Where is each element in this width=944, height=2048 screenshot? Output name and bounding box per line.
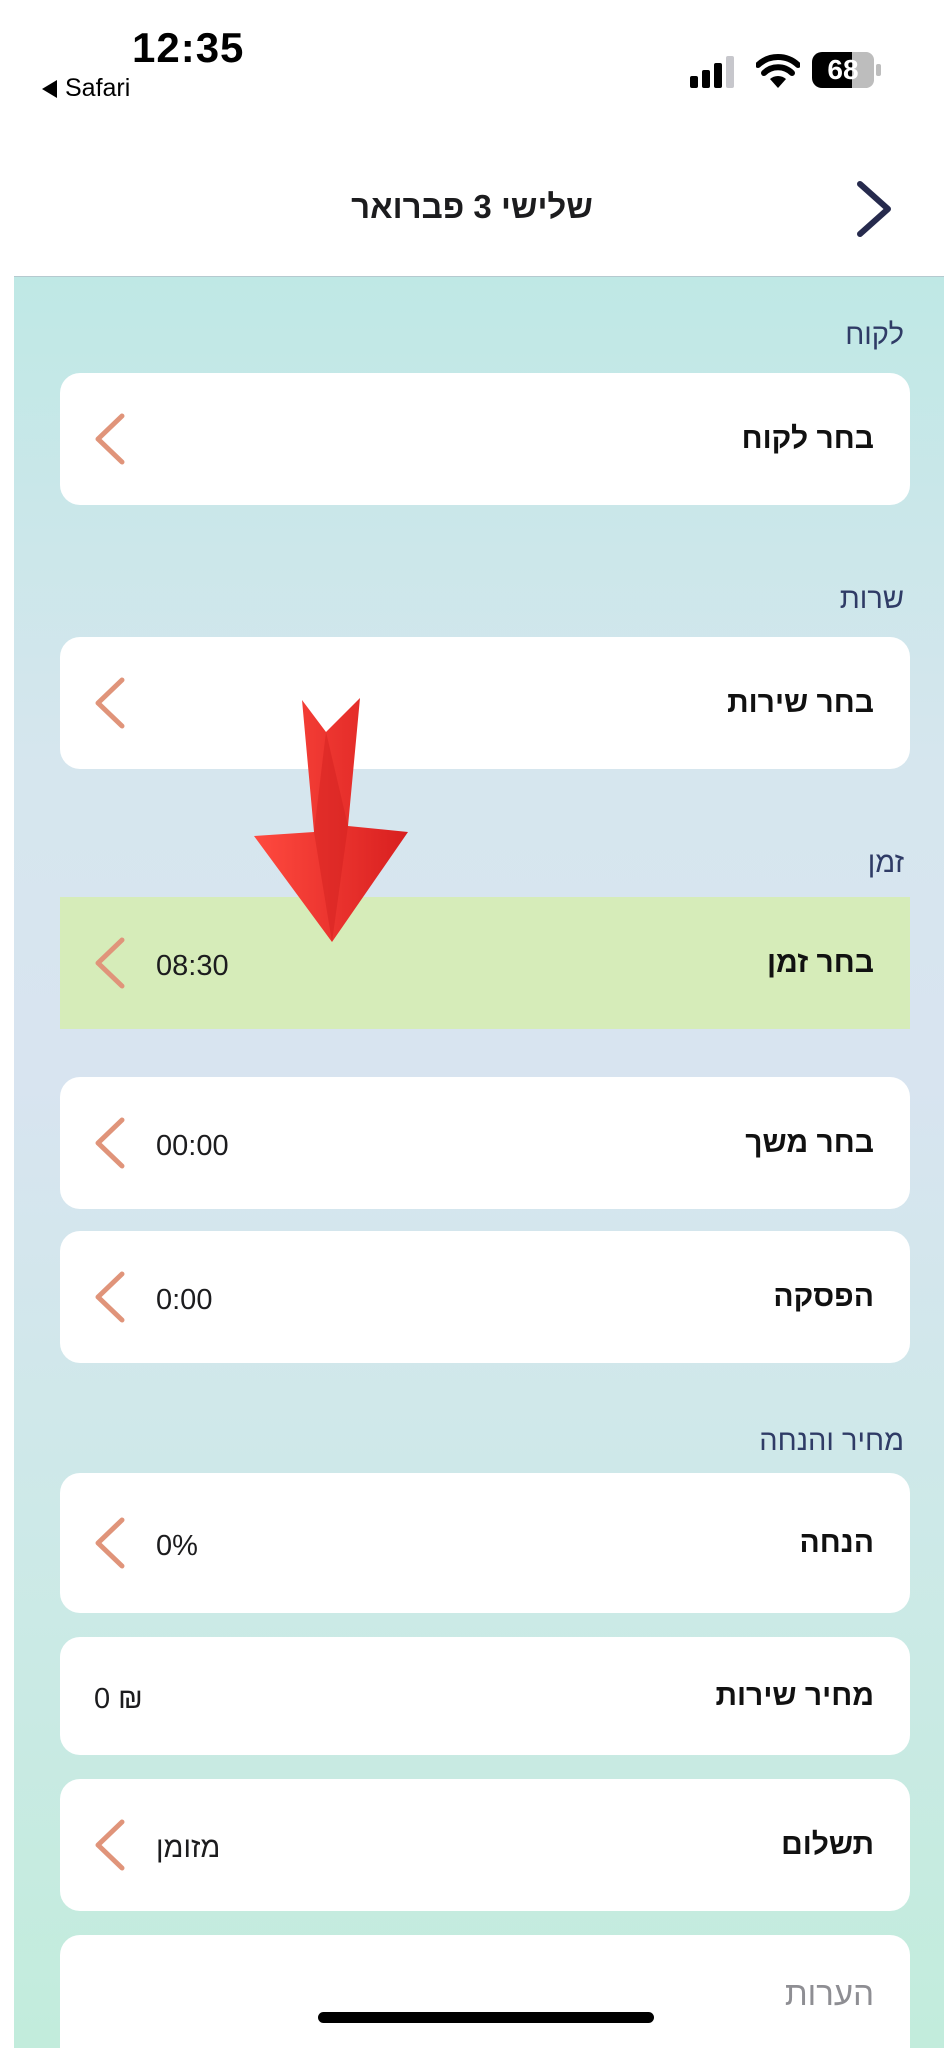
service-price-row: מחיר שירות 0 ₪ — [60, 1637, 910, 1755]
section-label-time: זמן — [867, 847, 904, 879]
section-label-price: מחיר והנחה — [759, 1425, 904, 1457]
row-label: הנחה — [799, 1526, 875, 1559]
row-label: בחר לקוח — [741, 422, 874, 455]
row-label: מחיר שירות — [715, 1679, 874, 1712]
break-row[interactable]: הפסקה 0:00 — [60, 1231, 910, 1363]
select-time-row[interactable]: בחר זמן 08:30 — [60, 897, 910, 1029]
service-price-value: 0 ₪ — [94, 1682, 143, 1715]
select-service-row[interactable]: בחר שירות — [60, 637, 910, 769]
chevron-right-icon[interactable] — [852, 178, 896, 240]
select-customer-row[interactable]: בחר לקוח — [60, 373, 910, 505]
row-label: בחר זמן — [766, 946, 874, 979]
row-label: תשלום — [781, 1828, 874, 1861]
back-triangle-icon — [42, 79, 57, 98]
back-app-label: Safari — [65, 74, 131, 102]
red-arrow-annotation — [254, 698, 408, 942]
break-value: 0:00 — [156, 1283, 213, 1316]
row-label: בחר משך — [745, 1126, 874, 1159]
notes-placeholder: הערות — [784, 1975, 874, 2012]
row-label: הפסקה — [773, 1280, 874, 1313]
battery-level: 68 — [827, 54, 859, 85]
status-time: 12:35 — [132, 24, 245, 71]
chevron-left-icon — [95, 1117, 125, 1169]
duration-value: 00:00 — [156, 1129, 229, 1162]
home-indicator — [318, 2012, 654, 2023]
section-label-customer: לקוח — [845, 319, 904, 351]
payment-value: מזומן — [156, 1831, 221, 1864]
chevron-left-icon — [95, 1517, 125, 1569]
row-label: בחר שירות — [727, 686, 874, 719]
time-value: 08:30 — [156, 949, 229, 982]
section-label-service: שרות — [839, 583, 904, 615]
page-title: שלישי 3 פברואר — [351, 188, 593, 225]
chevron-left-icon — [95, 937, 125, 989]
battery-icon: 68 — [812, 52, 882, 88]
notes-field[interactable]: הערות — [60, 1935, 910, 2048]
chevron-left-icon — [95, 1819, 125, 1871]
discount-row[interactable]: הנחה 0% — [60, 1473, 910, 1613]
chevron-left-icon — [95, 413, 125, 465]
chevron-left-icon — [95, 1271, 125, 1323]
status-bar: 12:35 Safari 68 — [0, 0, 944, 120]
nav-header: שלישי 3 פברואר — [0, 120, 944, 276]
appointment-form: לקוח בחר לקוח שרות בחר שירות זמן בחר זמן… — [14, 276, 944, 2048]
chevron-left-icon — [95, 677, 125, 729]
wifi-icon — [756, 54, 800, 88]
select-duration-row[interactable]: בחר משך 00:00 — [60, 1077, 910, 1209]
back-to-safari-link[interactable]: Safari — [42, 74, 130, 103]
signal-icon — [690, 56, 734, 88]
discount-value: 0% — [156, 1529, 198, 1562]
payment-row[interactable]: תשלום מזומן — [60, 1779, 910, 1911]
